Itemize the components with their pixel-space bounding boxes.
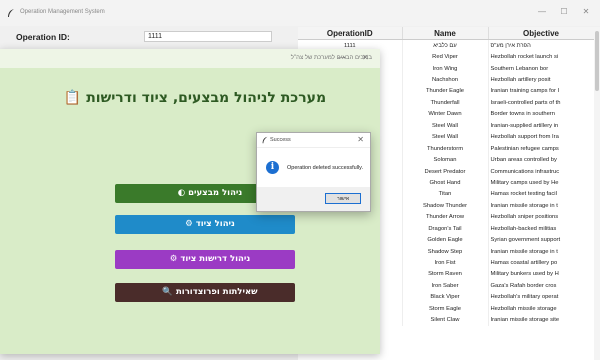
objective-cell: Communications infrastruc (488, 165, 594, 178)
feather-icon (8, 9, 14, 17)
manage-equipment-button[interactable]: ניהול ציוד ⚙ (115, 215, 295, 234)
table-scrollbar[interactable] (594, 27, 600, 360)
menu-window-minimize-button[interactable]: — (338, 53, 346, 62)
operation-id-label: Operation ID: (16, 32, 70, 42)
clipboard-icon: 📋 (63, 90, 82, 106)
gear-icon: ⚙ (169, 254, 178, 264)
ok-button[interactable]: אישור (325, 193, 361, 204)
operation-id-input[interactable]: 1111 (144, 31, 272, 42)
name-cell: Iron Saber (402, 280, 489, 292)
info-icon: i (266, 161, 279, 174)
objective-cell: Palestinian refugee camps (488, 142, 594, 155)
objective-cell: Hamas coastal artillery po (488, 257, 594, 269)
name-cell: Shadow Step (402, 245, 489, 258)
menu-window-close-button[interactable]: ✕ (362, 53, 369, 62)
name-cell: Golden Eagle (402, 234, 489, 246)
objective-cell: Border towns in southern (488, 108, 594, 121)
feather-icon (262, 136, 268, 144)
name-cell: Thunderstorm (402, 142, 489, 155)
name-cell: Thunder Arrow (402, 211, 489, 223)
dialog-close-button[interactable]: ✕ (357, 135, 364, 144)
objective-cell: Military camps used by He (488, 177, 594, 189)
objective-cell: Hezbollah rocket launch si (488, 51, 594, 63)
success-dialog: Success ✕ i Operation deleted successful… (256, 132, 371, 212)
objective-cell: Gaza's Rafah border cros (488, 280, 594, 292)
name-cell: Red Viper (402, 51, 489, 63)
objective-cell: Hamas rocket testing facil (488, 188, 594, 201)
dialog-footer: אישור (257, 187, 370, 211)
name-cell: עם כלביא (402, 39, 489, 52)
scrollbar-thumb[interactable] (595, 31, 599, 91)
maximize-button[interactable]: ☐ (558, 7, 570, 16)
objective-cell: Southern Lebanon bor (488, 62, 594, 75)
name-cell: Desert Predator (402, 165, 489, 178)
name-cell: Steel Wall (402, 120, 489, 132)
name-cell: Thunder Eagle (402, 85, 489, 98)
name-cell: Dragon's Tail (402, 223, 489, 235)
column-header-name[interactable]: Name (402, 27, 489, 40)
dialog-message: Operation deleted successfully. (287, 165, 364, 171)
objective-cell: Hezbollah sniper positions (488, 211, 594, 223)
close-button[interactable]: ✕ (580, 7, 592, 16)
objective-cell: הפרת אירן מע"ס (488, 39, 594, 52)
name-cell: Thunderfall (402, 97, 489, 109)
column-header-operation-id[interactable]: OperationID (298, 27, 403, 40)
objective-cell: Hezbollah's military operat (488, 291, 594, 304)
objective-cell: Syrian government support (488, 234, 594, 246)
manage-operations-label: ניהול מבצעים (188, 188, 243, 198)
name-cell: Iron Wing (402, 62, 489, 75)
name-cell: Storm Eagle (402, 303, 489, 315)
name-cell: Silent Claw (402, 314, 489, 326)
objective-cell: Iranian-supplied artillery in (488, 120, 594, 132)
name-cell: Winter Dawn (402, 108, 489, 121)
objective-cell: Military bunkers used by H (488, 268, 594, 281)
dialog-title: Success (270, 137, 291, 143)
menu-window-title-bar: ברוכים הבאים למערכת של צה"ל — ✕ (0, 49, 380, 68)
objective-cell: Hezbollah missile storage (488, 303, 594, 315)
queries-procedures-button[interactable]: שאילתות ופרוצדורות 🔍 (115, 283, 295, 302)
name-cell: Nachshon (402, 74, 489, 86)
objective-cell: Iranian training camps for I (488, 85, 594, 98)
name-cell: Soloman (402, 154, 489, 166)
objective-cell: Hezbollah support from Ira (488, 131, 594, 143)
objective-cell: Hezbollah-backed militias (488, 223, 594, 235)
manage-equipment-label: ניהול ציוד (195, 219, 235, 229)
objective-cell: Israeli-controlled parts of th (488, 97, 594, 109)
menu-header-text: מערכת לניהול מבצעים, ציוד ודרישות (86, 90, 327, 106)
objective-cell: Iranian missile storage in t (488, 245, 594, 258)
minimize-button[interactable]: — (536, 7, 548, 16)
dialog-title-bar: Success ✕ (257, 133, 370, 148)
objective-cell: Urban areas controlled by (488, 154, 594, 166)
name-cell: Black Viper (402, 291, 489, 304)
gear-icon: ⚙ (185, 219, 193, 229)
queries-procedures-label: שאילתות ופרוצדורות (175, 287, 258, 297)
manage-equipment-requests-button[interactable]: ניהול דרישות ציוד ⚙ (115, 250, 295, 269)
column-header-objective[interactable]: Objective (488, 27, 594, 40)
objective-cell: Iranian missile storage in t (488, 200, 594, 212)
name-cell: Ghost Hand (402, 177, 489, 189)
name-cell: Steel Wall (402, 131, 489, 143)
search-icon: 🔍 (162, 287, 173, 297)
objective-cell: Hezbollah artillery posit (488, 74, 594, 86)
window-title: Operation Management System (20, 9, 105, 15)
name-cell: Iron Fist (402, 257, 489, 269)
name-cell: Storm Raven (402, 268, 489, 281)
menu-header: מערכת לניהול מבצעים, ציוד ודרישות 📋 (50, 90, 340, 106)
manage-equipment-requests-label: ניהול דרישות ציוד (180, 254, 251, 264)
objective-cell: Iranian missile storage site (488, 314, 594, 326)
title-bar: Operation Management System — ☐ ✕ (0, 0, 600, 26)
name-cell: Titan (402, 188, 489, 201)
table-header-row: OperationID Name Objective (298, 27, 594, 40)
half-circle-icon: ◐ (177, 188, 186, 198)
name-cell: Shadow Thunder (402, 200, 489, 212)
menu-window-title: ברוכים הבאים למערכת של צה"ל (290, 55, 372, 61)
